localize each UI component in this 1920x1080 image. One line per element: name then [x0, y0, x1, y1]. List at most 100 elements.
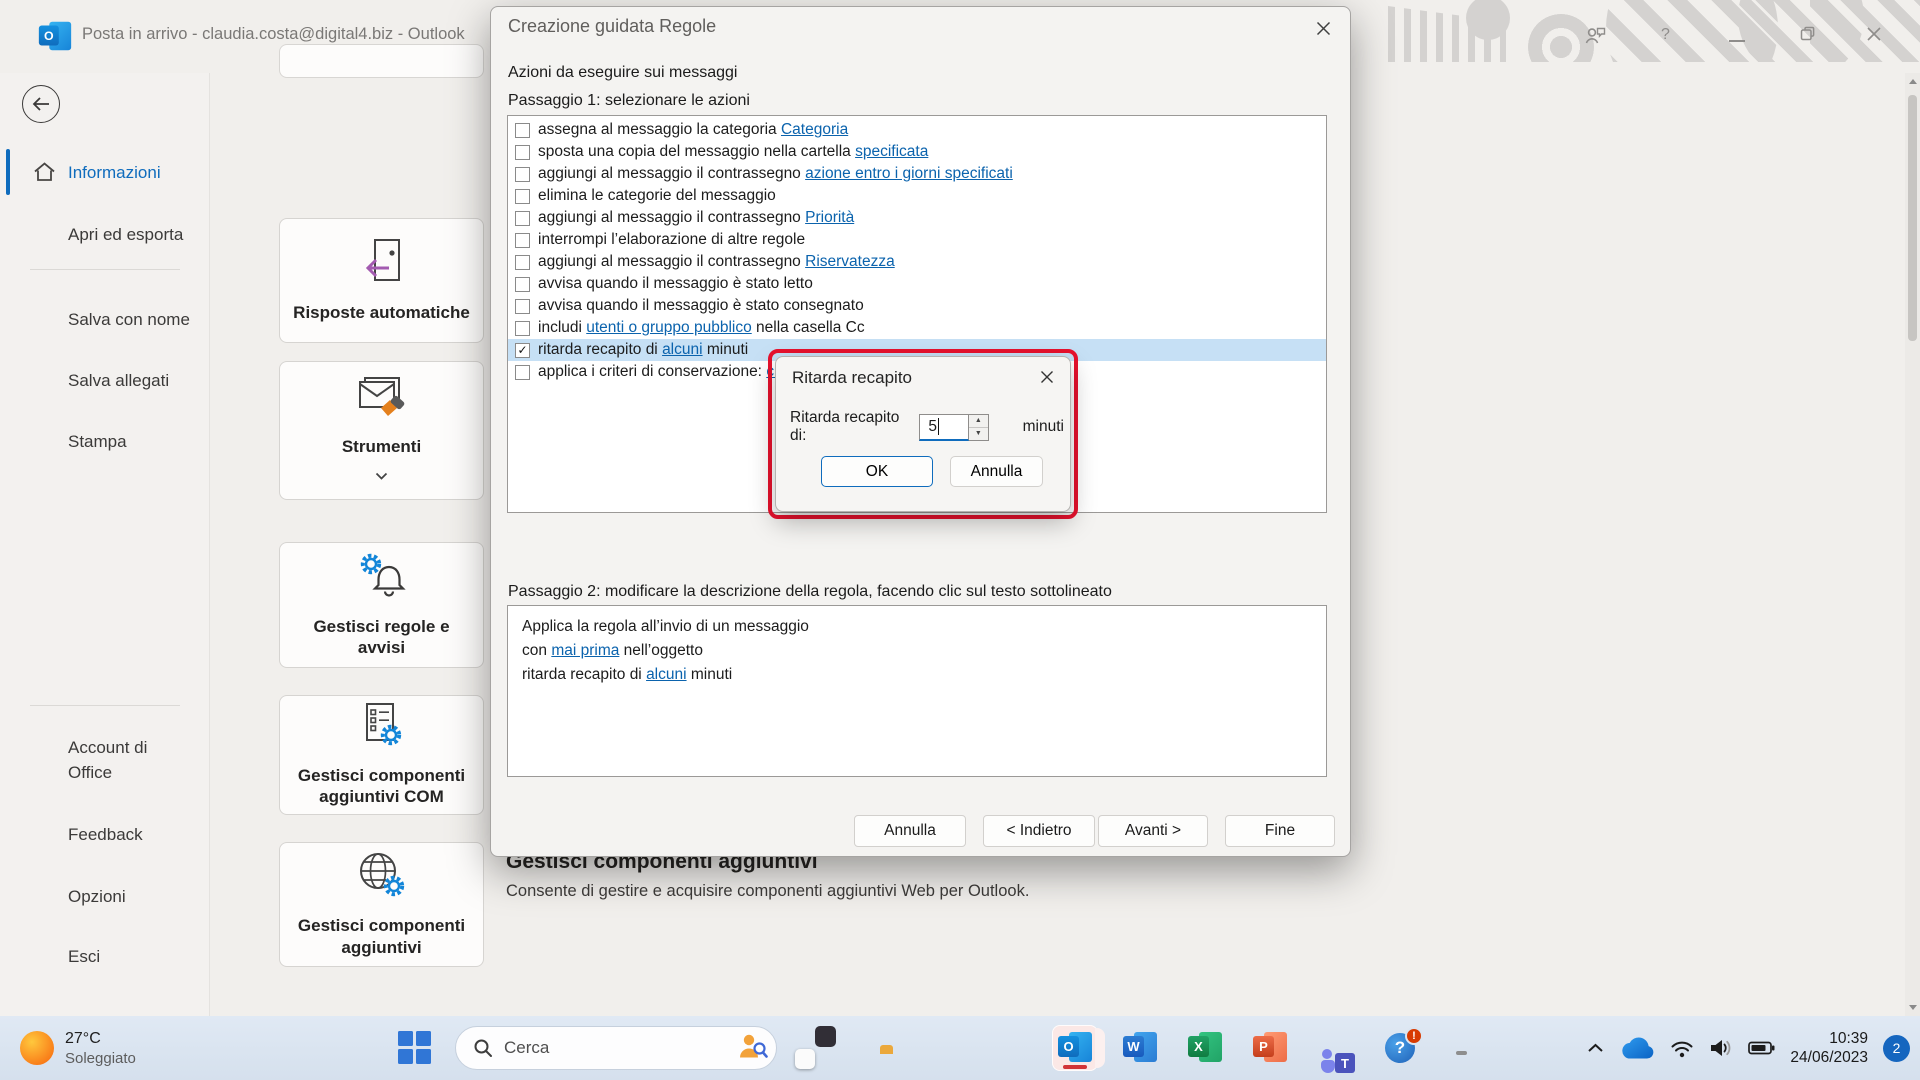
ok-button[interactable]: OK: [821, 456, 933, 487]
sidebar-item-informazioni[interactable]: Informazioni: [68, 160, 190, 185]
action-row[interactable]: aggiungi al messaggio il contrassegno az…: [508, 163, 1326, 185]
taskbar-app-task-view[interactable]: [792, 1025, 838, 1071]
sidebar-item-stampa[interactable]: Stampa: [68, 429, 190, 454]
action-row[interactable]: interrompi l’elaborazione di altre regol…: [508, 229, 1326, 251]
delay-minutes-input[interactable]: 5: [919, 414, 969, 441]
risposte-automatiche-button[interactable]: Risposte automatiche: [279, 218, 484, 343]
sidebar-item-salva-allegati[interactable]: Salva allegati: [68, 368, 190, 393]
spinner-down-icon[interactable]: ▼: [969, 428, 988, 440]
gestisci-componenti-aggiuntivi-button[interactable]: Gestisci componenti aggiuntivi: [279, 842, 484, 967]
dialog-title: Creazione guidata Regole: [508, 16, 716, 37]
checkbox-icon[interactable]: [515, 299, 530, 314]
search-highlight-person-icon[interactable]: [738, 1032, 768, 1064]
section-description: Consente di gestire e acquisire componen…: [506, 882, 1029, 901]
sidebar-item-salva-con-nome[interactable]: Salva con nome: [68, 307, 190, 332]
button-label: Gestisci componenti aggiuntivi COM: [288, 765, 475, 809]
action-row[interactable]: sposta una copia del messaggio nella car…: [508, 141, 1326, 163]
restore-icon[interactable]: [1800, 26, 1815, 41]
notification-badge[interactable]: 2: [1883, 1035, 1910, 1062]
wizard-cancel-button[interactable]: Annulla: [854, 815, 966, 847]
checkbox-icon[interactable]: [515, 145, 530, 160]
close-icon[interactable]: [1312, 17, 1334, 39]
rule-value-link[interactable]: utenti o gruppo pubblico: [586, 319, 751, 336]
onedrive-icon[interactable]: [1619, 1037, 1655, 1060]
action-row[interactable]: elimina le categorie del messaggio: [508, 185, 1326, 207]
wizard-back-button[interactable]: < Indietro: [983, 815, 1095, 847]
action-row[interactable]: aggiungi al messaggio il contrassegno Pr…: [508, 207, 1326, 229]
checkbox-icon[interactable]: [515, 211, 530, 226]
scroll-down-icon[interactable]: [1909, 1005, 1917, 1010]
start-button[interactable]: [398, 1031, 432, 1065]
gestisci-componenti-aggiuntivi-com-button[interactable]: Gestisci componenti aggiuntivi COM: [279, 695, 484, 815]
action-row[interactable]: assegna al messaggio la categoria Catego…: [508, 119, 1326, 141]
checkbox-icon[interactable]: [515, 189, 530, 204]
checkbox-icon[interactable]: [515, 255, 530, 270]
checkbox-icon[interactable]: [515, 321, 530, 336]
minimize-icon[interactable]: [1728, 32, 1746, 50]
search-input[interactable]: [504, 1038, 694, 1058]
rule-value-link[interactable]: alcuni: [662, 341, 703, 358]
sidebar-item-opzioni[interactable]: Opzioni: [68, 884, 190, 909]
scrollbar-thumb[interactable]: [1908, 95, 1917, 341]
taskbar-app-paint[interactable]: [1442, 1025, 1488, 1071]
action-row[interactable]: avvisa quando il messaggio è stato conse…: [508, 295, 1326, 317]
checkbox-icon[interactable]: [515, 365, 530, 380]
scroll-up-icon[interactable]: [1909, 79, 1917, 84]
delay-unit-label: minuti: [1023, 418, 1064, 436]
action-label: avvisa quando il messaggio è stato letto: [538, 275, 813, 293]
battery-icon[interactable]: [1748, 1041, 1775, 1055]
taskbar-app-teams[interactable]: T: [1312, 1025, 1358, 1071]
help-icon[interactable]: ?: [1661, 26, 1670, 44]
checkbox-icon[interactable]: [515, 167, 530, 182]
taskbar-app-outlook[interactable]: O: [1052, 1025, 1098, 1071]
taskbar-app-word[interactable]: W: [1117, 1025, 1163, 1071]
sidebar-item-apri-ed-esporta[interactable]: Apri ed esporta: [68, 222, 190, 247]
back-button[interactable]: [22, 85, 60, 123]
rule-value-link[interactable]: Priorità: [805, 209, 854, 226]
taskbar-app-edge[interactable]: [922, 1025, 968, 1071]
action-row[interactable]: avvisa quando il messaggio è stato letto: [508, 273, 1326, 295]
clock[interactable]: 10:39 24/06/2023: [1790, 1029, 1868, 1067]
action-label: aggiungi al messaggio il contrassegno Ri…: [538, 253, 895, 271]
wifi-icon[interactable]: [1670, 1039, 1694, 1058]
taskbar-search[interactable]: [455, 1026, 777, 1070]
rule-value-link[interactable]: specificata: [855, 143, 928, 160]
rule-value-link[interactable]: Categoria: [781, 121, 848, 138]
wizard-finish-button[interactable]: Fine: [1225, 815, 1335, 847]
sidebar-item-feedback[interactable]: Feedback: [68, 822, 190, 847]
action-row[interactable]: includi utenti o gruppo pubblico nella c…: [508, 317, 1326, 339]
chevron-up-icon[interactable]: [1587, 1043, 1604, 1053]
outlook-app-icon: O: [39, 22, 71, 51]
weather-widget[interactable]: 27°C Soleggiato: [12, 1022, 144, 1074]
rule-description-box[interactable]: Applica la regola all’invio di un messag…: [507, 605, 1327, 777]
rule-description-line: Applica la regola all’invio di un messag…: [522, 615, 1312, 639]
spinner-up-icon[interactable]: ▲: [969, 415, 988, 428]
cancel-button[interactable]: Annulla: [950, 456, 1043, 487]
close-icon[interactable]: [1036, 366, 1058, 388]
taskbar-app-excel[interactable]: X: [1182, 1025, 1228, 1071]
action-row[interactable]: aggiungi al messaggio il contrassegno Ri…: [508, 251, 1326, 273]
gestisci-regole-e-avvisi-button[interactable]: Gestisci regole e avvisi: [279, 542, 484, 668]
rule-value-link[interactable]: azione entro i giorni specificati: [805, 165, 1013, 182]
sidebar-item-account-di-office[interactable]: Account di Office: [68, 735, 190, 785]
spinner-control[interactable]: ▲ ▼: [969, 414, 989, 441]
rule-value-link[interactable]: alcuni: [646, 666, 687, 683]
page-scrollbar[interactable]: [1905, 73, 1920, 1016]
strumenti-button[interactable]: Strumenti: [279, 361, 484, 500]
rule-value-link[interactable]: Riservatezza: [805, 253, 895, 270]
checkbox-icon[interactable]: [515, 233, 530, 248]
close-icon[interactable]: [1866, 26, 1882, 42]
taskbar-app-chrome[interactable]: [987, 1025, 1033, 1071]
taskbar-app-powerpoint[interactable]: P: [1247, 1025, 1293, 1071]
checkbox-checked-icon[interactable]: ✓: [515, 343, 530, 358]
feedback-icon[interactable]: [1585, 26, 1606, 44]
checkbox-icon[interactable]: [515, 277, 530, 292]
checkbox-icon[interactable]: [515, 123, 530, 138]
rule-value-link[interactable]: mai prima: [551, 642, 619, 659]
taskbar-app-get-help[interactable]: ?!: [1377, 1025, 1423, 1071]
wizard-next-button[interactable]: Avanti >: [1098, 815, 1208, 847]
taskbar-app-file-explorer[interactable]: [857, 1025, 903, 1071]
partial-button[interactable]: [279, 44, 484, 78]
sidebar-item-esci[interactable]: Esci: [68, 944, 190, 969]
volume-icon[interactable]: [1709, 1038, 1733, 1058]
